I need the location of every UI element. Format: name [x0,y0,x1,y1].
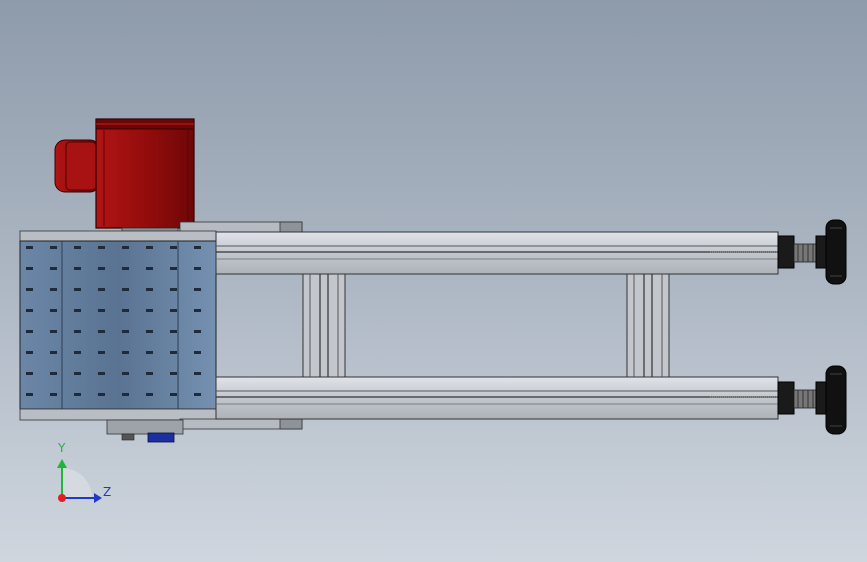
lower-rail[interactable] [215,376,779,420]
y-axis-label: Y [58,441,66,455]
bottom-bracket [106,419,184,435]
cross-member-right [626,273,670,378]
belt-perforations [20,241,216,409]
drum-top-flange [19,230,217,242]
motor-fan-cover [65,141,97,191]
blue-connector [147,432,175,443]
cross-member-left [302,273,346,378]
gearbox-housing [95,118,195,229]
conveyor-drum[interactable] [19,230,217,421]
graphics-viewport[interactable] [0,0,867,562]
z-axis-label: Z [103,485,112,499]
leveling-foot-lower[interactable] [777,365,847,435]
gear-motor[interactable] [54,118,195,241]
orientation-triad [57,459,102,503]
bracket-bolt [121,433,135,441]
leveling-foot-upper[interactable] [777,219,847,285]
drum-bottom-flange [19,408,217,421]
upper-rail[interactable] [215,231,779,275]
x-axis-origin [58,494,66,502]
